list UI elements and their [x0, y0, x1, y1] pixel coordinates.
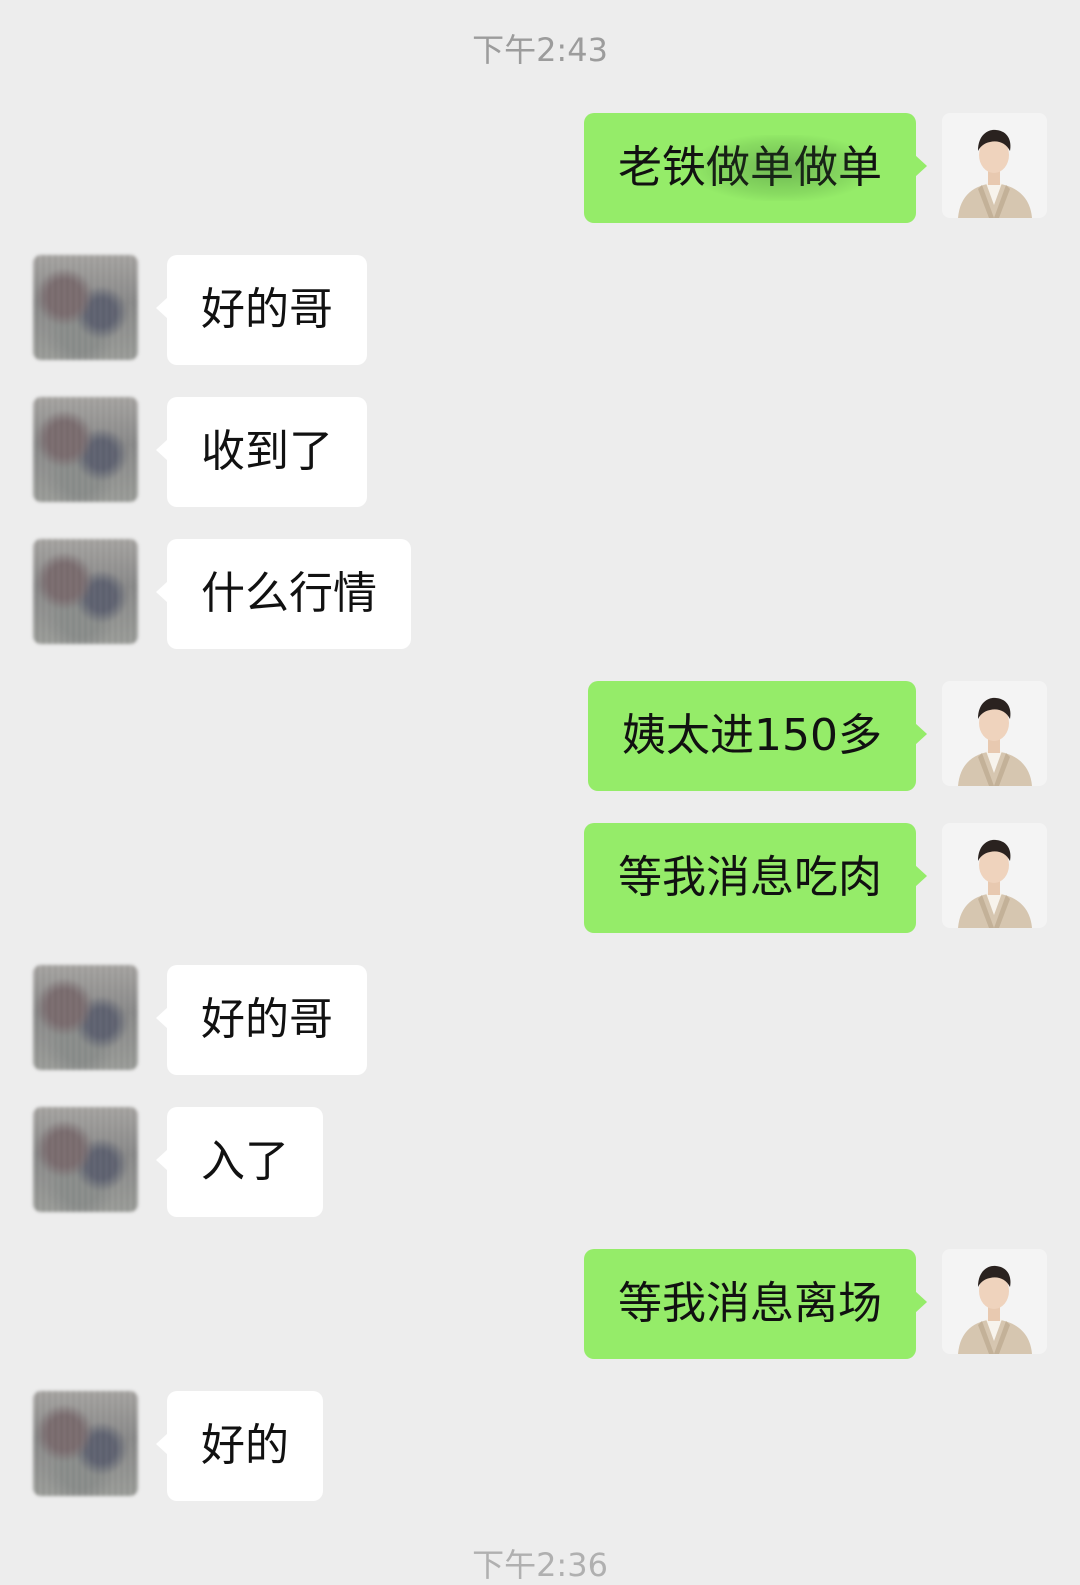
message-text: 什么行情 — [201, 568, 377, 619]
message-bubble-received[interactable]: 什么行情 — [156, 539, 411, 649]
message-row-sent: 老铁做单做单 — [0, 113, 1080, 223]
timestamp: 下午2:43 — [472, 31, 608, 69]
message-row-received: 好的 — [0, 1391, 1080, 1501]
contact-avatar-icon[interactable] — [33, 1107, 138, 1212]
message-text: 好的哥 — [201, 994, 333, 1045]
message-text: 收到了 — [201, 426, 333, 477]
message-text: 等我消息离场 — [618, 1278, 882, 1329]
message-row-received: 好的哥 — [0, 965, 1080, 1075]
self-avatar-icon[interactable] — [942, 823, 1047, 928]
message-text: 等我消息吃肉 — [618, 852, 882, 903]
message-text: 老铁做单做单 — [618, 142, 882, 193]
message-bubble-sent[interactable]: 老铁做单做单 — [584, 113, 927, 223]
contact-avatar-icon[interactable] — [33, 255, 138, 360]
message-row-sent: 等我消息吃肉 — [0, 823, 1080, 933]
message-text: 好的哥 — [201, 284, 333, 335]
message-text: 好的 — [201, 1420, 289, 1471]
self-avatar-icon[interactable] — [942, 681, 1047, 786]
message-bubble-sent[interactable]: 等我消息吃肉 — [584, 823, 927, 933]
message-row-received: 入了 — [0, 1107, 1080, 1217]
contact-avatar-icon[interactable] — [33, 397, 138, 502]
message-text: 入了 — [201, 1136, 289, 1187]
message-bubble-received[interactable]: 好的哥 — [156, 255, 367, 365]
message-row-received: 好的哥 — [0, 255, 1080, 365]
chat-window: 下午2:43 老铁做单做单 好的哥 收到了 什么行情 姨太进150多 等我消息吃… — [0, 0, 1080, 1584]
message-bubble-received[interactable]: 好的 — [156, 1391, 323, 1501]
timestamp: 下午2:36 — [472, 1546, 608, 1584]
self-avatar-icon[interactable] — [942, 113, 1047, 218]
message-row-received: 收到了 — [0, 397, 1080, 507]
message-row-received: 什么行情 — [0, 539, 1080, 649]
contact-avatar-icon[interactable] — [33, 539, 138, 644]
message-bubble-sent[interactable]: 等我消息离场 — [584, 1249, 927, 1359]
message-bubble-received[interactable]: 入了 — [156, 1107, 323, 1217]
message-text: 姨太进150多 — [622, 710, 882, 761]
message-bubble-received[interactable]: 好的哥 — [156, 965, 367, 1075]
contact-avatar-icon[interactable] — [33, 965, 138, 1070]
self-avatar-icon[interactable] — [942, 1249, 1047, 1354]
message-bubble-sent[interactable]: 姨太进150多 — [588, 681, 927, 791]
message-row-sent: 等我消息离场 — [0, 1249, 1080, 1359]
message-bubble-received[interactable]: 收到了 — [156, 397, 367, 507]
message-row-sent: 姨太进150多 — [0, 681, 1080, 791]
contact-avatar-icon[interactable] — [33, 1391, 138, 1496]
